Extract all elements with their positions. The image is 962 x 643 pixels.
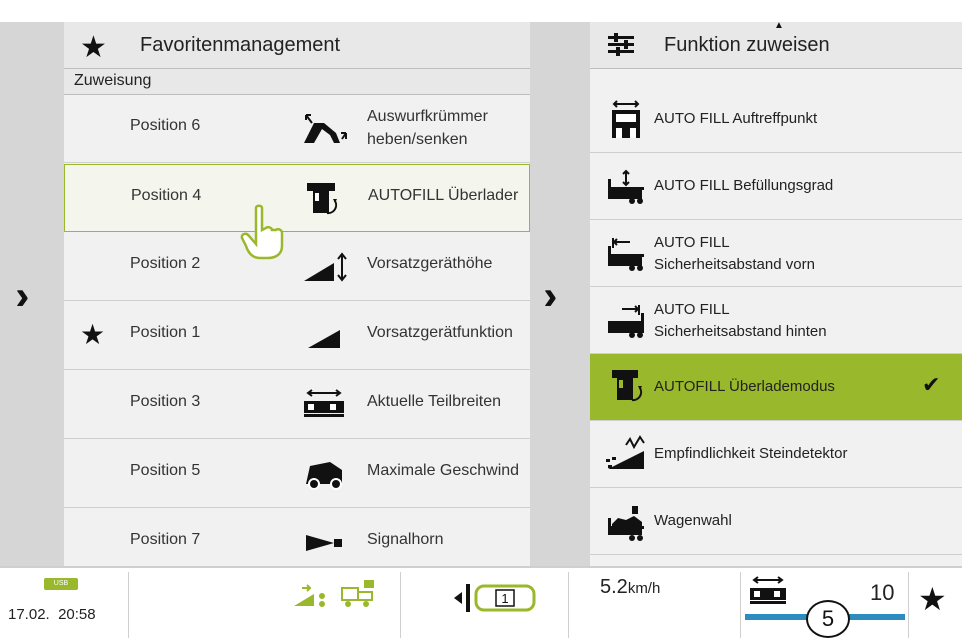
track-label: 1 xyxy=(501,591,508,606)
favorite-row[interactable]: Position 6 Auswurfkrümmer heben/senken xyxy=(64,95,530,163)
filter-sliders-icon xyxy=(608,33,634,56)
position-label: Position 5 xyxy=(130,462,201,479)
unloading-status-icon[interactable] xyxy=(336,578,376,610)
function-label: Vorsatzgeräthöhe xyxy=(367,255,493,272)
position-label: Position 3 xyxy=(130,393,201,410)
horn-icon xyxy=(306,535,342,551)
option-label: Empfindlichkeit Steindetektor xyxy=(654,445,848,462)
function-label: AUTOFILL Überlader xyxy=(368,187,519,204)
position-label: Position 1 xyxy=(130,324,201,341)
header-function-icon xyxy=(308,330,340,348)
separator xyxy=(128,572,129,638)
favorite-row[interactable]: Position 2 Vorsatzgeräthöhe xyxy=(64,233,530,301)
option-label: AUTO FILL Befüllungsgrad xyxy=(654,177,834,194)
favorites-star-button[interactable]: ★ xyxy=(918,580,947,618)
max-speed-icon xyxy=(306,462,342,490)
callout-number: 5 xyxy=(806,600,850,638)
date-time: 17.02. 20:58 xyxy=(8,606,96,623)
autofill-overload-icon xyxy=(307,183,338,215)
left-nav-bar[interactable]: ›› xyxy=(0,22,64,566)
header-height-icon xyxy=(304,252,347,282)
section-count: 10 xyxy=(870,580,895,605)
star-icon: ★ xyxy=(80,319,106,350)
function-label: Auswurfkrümmer heben/senken xyxy=(367,108,488,148)
favorite-row[interactable]: Position 3 Aktuelle Teilbreiten xyxy=(64,371,530,439)
option-label: AUTOFILL Überlademodus xyxy=(654,378,835,395)
favorite-row[interactable]: Position 5 Maximale Geschwind xyxy=(64,440,530,508)
function-option[interactable]: AUTO FILL Sicherheitsabstand vorn xyxy=(590,220,962,287)
position-label: Position 2 xyxy=(130,255,201,272)
stone-detector-icon xyxy=(606,435,645,469)
function-label: Vorsatzgerätfunktion xyxy=(367,324,513,341)
check-icon: ✔ xyxy=(922,372,941,397)
fill-level-icon xyxy=(608,169,644,204)
star-icon: ★ xyxy=(80,31,107,64)
separator xyxy=(568,572,569,638)
assign-function-panel: ▲ Funktion zuweisen AUTO FILL Auftreffpu… xyxy=(590,22,962,566)
scroll-up-caret-icon[interactable]: ▲ xyxy=(774,22,784,31)
function-label: Aktuelle Teilbreiten xyxy=(367,393,502,410)
assign-title: Funktion zuweisen xyxy=(664,34,830,56)
top-strip xyxy=(0,0,962,22)
usb-indicator: USB xyxy=(44,578,78,590)
spout-icon xyxy=(304,114,347,143)
track-guidance-icon[interactable]: 1 xyxy=(452,580,540,616)
function-option[interactable]: AUTO FILL Auftreffpunkt xyxy=(590,86,962,153)
autofill-status-icon[interactable] xyxy=(292,582,332,610)
overload-mode-icon xyxy=(612,370,643,402)
option-label: AUTO FILL Sicherheitsabstand vorn xyxy=(654,234,815,273)
front-distance-icon xyxy=(608,238,644,271)
separator xyxy=(740,572,741,638)
position-label: Position 6 xyxy=(130,117,201,134)
separator xyxy=(400,572,401,638)
assign-header: ▲ Funktion zuweisen xyxy=(590,22,962,69)
function-label: Maximale Geschwind xyxy=(367,462,520,479)
position-label: Position 7 xyxy=(130,531,201,548)
impact-point-icon xyxy=(612,100,640,138)
favorite-row-selected[interactable]: Position 4 AUTOFILL Überlader xyxy=(64,164,530,232)
favorites-panel: ★ Favoritenmanagement Zuweisung Position… xyxy=(64,22,530,566)
pointing-hand-icon xyxy=(240,204,284,260)
wagon-select-icon xyxy=(608,506,644,541)
position-label: Position 4 xyxy=(131,187,202,204)
section-width-icon[interactable] xyxy=(748,574,788,608)
option-label: AUTO FILL Sicherheitsabstand hinten xyxy=(654,301,827,340)
option-label: Wagenwahl xyxy=(654,512,732,529)
function-label: Signalhorn xyxy=(367,531,444,548)
function-option-active[interactable]: AUTOFILL Überlademodus ✔ xyxy=(590,354,962,421)
speed-display: 5.2km/h xyxy=(600,576,661,598)
rear-distance-icon xyxy=(608,305,644,338)
function-option[interactable]: AUTO FILL Sicherheitsabstand hinten xyxy=(590,287,962,354)
function-option[interactable]: Empfindlichkeit Steindetektor xyxy=(590,421,962,488)
function-option[interactable]: Wagenwahl xyxy=(590,488,962,555)
section-width-icon xyxy=(304,389,344,417)
function-option[interactable]: AUTO FILL Befüllungsgrad xyxy=(590,153,962,220)
favorite-row[interactable]: Position 7 Signalhorn xyxy=(64,509,530,566)
panel-divider[interactable]: ›› xyxy=(530,22,590,566)
separator xyxy=(908,572,909,638)
favorites-header: ★ Favoritenmanagement xyxy=(64,22,530,69)
option-label: AUTO FILL Auftreffpunkt xyxy=(654,110,818,127)
favorite-row[interactable]: ★ Position 1 Vorsatzgerätfunktion xyxy=(64,302,530,370)
favorites-title: Favoritenmanagement xyxy=(140,34,341,56)
status-bar: USB 17.02. 20:58 1 5.2km/h 10 5 ★ xyxy=(0,566,962,643)
assignment-subheader: Zuweisung xyxy=(64,69,530,95)
